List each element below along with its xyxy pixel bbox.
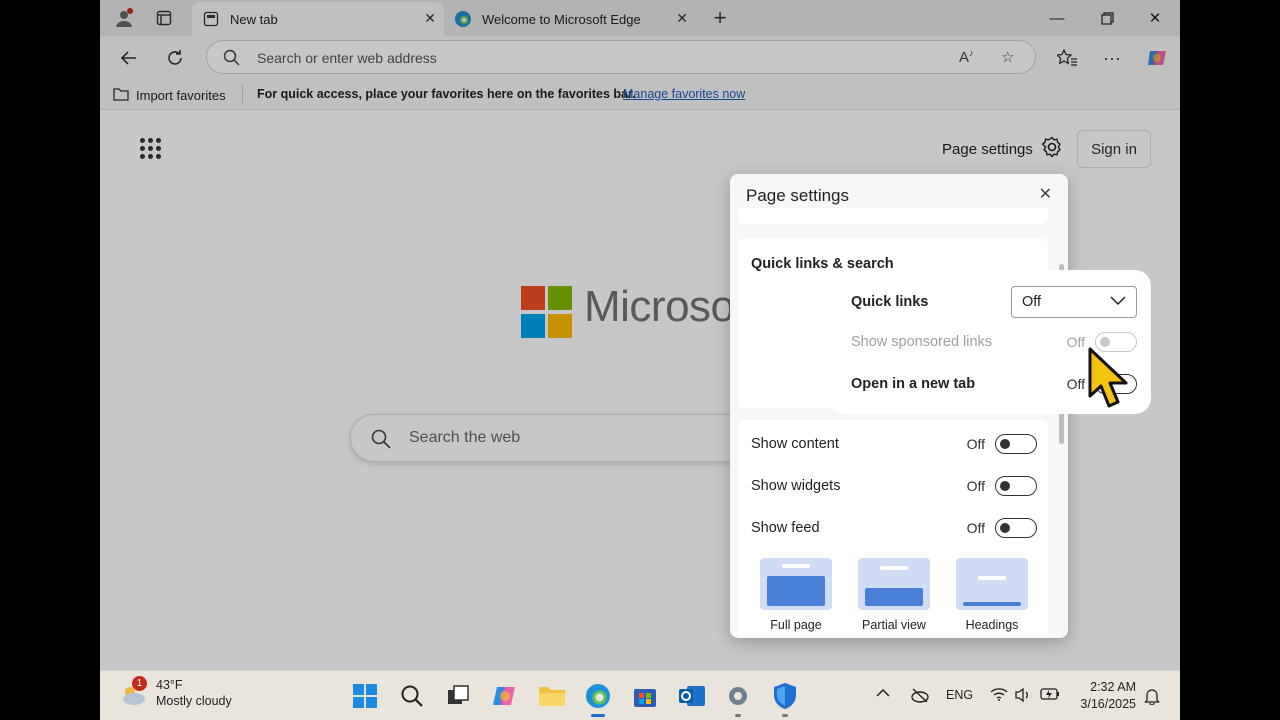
show-feed-toggle[interactable] <box>995 518 1037 538</box>
quick-links-row: Quick links Off <box>851 286 1137 318</box>
show-widgets-label: Show widgets <box>751 478 841 494</box>
start-windows-icon[interactable] <box>350 681 380 711</box>
headings-thumbnail <box>956 558 1028 610</box>
partial-view-thumbnail <box>858 558 930 610</box>
sponsored-links-state: Off <box>1066 334 1085 350</box>
sponsored-links-label: Show sponsored links <box>851 334 993 350</box>
notification-bell-icon[interactable] <box>1144 687 1160 708</box>
language-indicator[interactable]: ENG <box>946 688 973 702</box>
layout-label: Full page <box>770 618 822 632</box>
chevron-up-icon[interactable] <box>876 687 890 701</box>
show-content-state: Off <box>966 436 985 452</box>
file-explorer-icon[interactable] <box>537 681 567 711</box>
open-new-tab-label: Open in a new tab <box>851 376 976 392</box>
show-feed-label: Show feed <box>751 520 820 536</box>
battery-icon[interactable] <box>1040 687 1060 704</box>
store-icon[interactable] <box>630 681 660 711</box>
settings-gear-app-icon[interactable] <box>723 681 753 717</box>
cloud-icon: 1 <box>118 676 148 708</box>
weather-temp: 43°F <box>156 678 183 692</box>
layout-partial-view[interactable]: Partial view <box>850 558 938 632</box>
taskbar: 1 43°F Mostly cloudy ENG 2:32 AM 3/16/20… <box>100 670 1180 720</box>
show-widgets-row: Show widgets Off <box>751 470 1037 502</box>
layout-full-page[interactable]: Full page <box>752 558 840 632</box>
clock-date: 3/16/2025 <box>1080 697 1136 711</box>
show-feed-state: Off <box>966 520 985 536</box>
show-feed-row: Show feed Off <box>751 512 1037 544</box>
weather-condition: Mostly cloudy <box>156 694 232 708</box>
show-content-row: Show content Off <box>751 428 1037 460</box>
quick-links-value: Off <box>1022 294 1042 310</box>
mouse-cursor-icon <box>1086 346 1132 417</box>
open-new-tab-state: Off <box>1066 376 1085 392</box>
outlook-icon[interactable] <box>677 681 707 711</box>
show-widgets-toggle[interactable] <box>995 476 1037 496</box>
show-content-toggle[interactable] <box>995 434 1037 454</box>
weather-widget[interactable]: 1 43°F Mostly cloudy <box>118 676 232 709</box>
volume-icon[interactable] <box>1014 687 1032 706</box>
show-widgets-state: Off <box>966 478 985 494</box>
system-clock[interactable]: 2:32 AM 3/16/2025 <box>1072 679 1136 713</box>
wifi-icon[interactable] <box>990 687 1008 704</box>
layout-label: Headings <box>965 618 1019 632</box>
chevron-down-icon <box>1110 294 1126 310</box>
layout-label: Partial view <box>862 618 926 632</box>
edge-app-icon[interactable] <box>583 681 613 717</box>
onedrive-offline-icon[interactable] <box>910 687 930 706</box>
notification-badge: 1 <box>132 676 147 691</box>
defender-shield-icon[interactable] <box>770 681 800 717</box>
close-icon[interactable]: ✕ <box>1039 184 1052 204</box>
task-view-icon[interactable] <box>443 681 473 711</box>
copilot-app-icon[interactable] <box>490 681 520 711</box>
quick-links-dropdown[interactable]: Off <box>1011 286 1137 318</box>
show-content-label: Show content <box>751 436 839 452</box>
full-page-thumbnail <box>760 558 832 610</box>
layout-headings[interactable]: Headings <box>948 558 1036 632</box>
browser-screen: New tab ✕ Welcome to Microsoft Edge ✕ + … <box>100 0 1180 720</box>
clock-time: 2:32 AM <box>1090 680 1136 694</box>
quick-links-label: Quick links <box>851 294 929 310</box>
settings-card-top <box>738 208 1048 224</box>
panel-title: Page settings <box>746 186 850 205</box>
search-icon[interactable] <box>397 681 427 711</box>
